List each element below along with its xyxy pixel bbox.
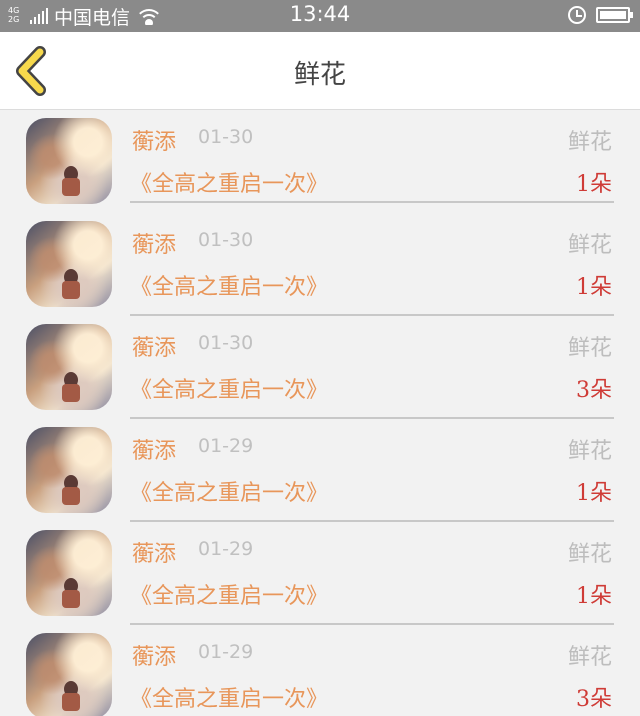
book-title[interactable]: 《全高之重启一次》 bbox=[130, 578, 328, 610]
battery-icon bbox=[596, 7, 633, 23]
status-time: 13:44 bbox=[289, 2, 351, 26]
list-item[interactable]: 蘅添 01-30 鲜花 《全高之重启一次》 3朵 bbox=[0, 316, 640, 419]
header-bar: 鲜花 bbox=[0, 32, 640, 110]
row-content: 蘅添 01-29 鲜花 《全高之重启一次》 1朵 bbox=[130, 419, 614, 522]
flower-count: 1朵 bbox=[576, 275, 612, 300]
chevron-left-icon bbox=[16, 46, 46, 96]
username[interactable]: 蘅添 bbox=[132, 227, 176, 259]
book-title[interactable]: 《全高之重启一次》 bbox=[130, 475, 328, 507]
gift-type: 鲜花 bbox=[567, 336, 612, 361]
date: 01-29 bbox=[198, 435, 254, 457]
list-item[interactable]: 蘅添 01-29 鲜花 《全高之重启一次》 3朵 bbox=[0, 625, 640, 716]
flower-record-list: 蘅添 01-30 鲜花 《全高之重启一次》 1朵 蘅添 01-30 鲜花 《全高… bbox=[0, 110, 640, 716]
avatar[interactable] bbox=[26, 633, 112, 716]
gift-type: 鲜花 bbox=[567, 233, 612, 258]
status-right bbox=[568, 6, 633, 24]
gift-type: 鲜花 bbox=[567, 645, 612, 670]
avatar[interactable] bbox=[26, 221, 112, 307]
flower-count: 1朵 bbox=[576, 481, 612, 506]
username[interactable]: 蘅添 bbox=[132, 639, 176, 671]
date: 01-29 bbox=[198, 641, 254, 663]
book-title[interactable]: 《全高之重启一次》 bbox=[130, 269, 328, 301]
date: 01-30 bbox=[198, 229, 254, 251]
date: 01-30 bbox=[198, 126, 254, 148]
avatar[interactable] bbox=[26, 530, 112, 616]
list-item[interactable]: 蘅添 01-29 鲜花 《全高之重启一次》 1朵 bbox=[0, 419, 640, 522]
row-content: 蘅添 01-29 鲜花 《全高之重启一次》 3朵 bbox=[130, 625, 614, 716]
flower-count: 1朵 bbox=[576, 172, 612, 197]
alarm-icon bbox=[568, 6, 586, 24]
list-item[interactable]: 蘅添 01-30 鲜花 《全高之重启一次》 1朵 bbox=[0, 213, 640, 316]
username[interactable]: 蘅添 bbox=[132, 433, 176, 465]
avatar[interactable] bbox=[26, 118, 112, 204]
book-title[interactable]: 《全高之重启一次》 bbox=[130, 372, 328, 404]
list-item[interactable]: 蘅添 01-30 鲜花 《全高之重启一次》 1朵 bbox=[0, 110, 640, 213]
row-content: 蘅添 01-29 鲜花 《全高之重启一次》 1朵 bbox=[130, 522, 614, 625]
avatar[interactable] bbox=[26, 324, 112, 410]
date: 01-29 bbox=[198, 538, 254, 560]
row-content: 蘅添 01-30 鲜花 《全高之重启一次》 1朵 bbox=[130, 110, 614, 203]
list-item[interactable]: 蘅添 01-29 鲜花 《全高之重启一次》 1朵 bbox=[0, 522, 640, 625]
avatar[interactable] bbox=[26, 427, 112, 513]
book-title[interactable]: 《全高之重启一次》 bbox=[130, 681, 328, 713]
gift-type: 鲜花 bbox=[567, 439, 612, 464]
username[interactable]: 蘅添 bbox=[132, 124, 176, 156]
username[interactable]: 蘅添 bbox=[132, 330, 176, 362]
date: 01-30 bbox=[198, 332, 254, 354]
book-title[interactable]: 《全高之重启一次》 bbox=[130, 166, 328, 198]
back-button[interactable] bbox=[10, 44, 60, 98]
gift-type: 鲜花 bbox=[567, 542, 612, 567]
row-content: 蘅添 01-30 鲜花 《全高之重启一次》 3朵 bbox=[130, 316, 614, 419]
flower-count: 3朵 bbox=[576, 378, 612, 403]
page-title: 鲜花 bbox=[293, 60, 346, 90]
row-content: 蘅添 01-30 鲜花 《全高之重启一次》 1朵 bbox=[130, 213, 614, 316]
username[interactable]: 蘅添 bbox=[132, 536, 176, 568]
flower-count: 1朵 bbox=[576, 584, 612, 609]
flower-count: 3朵 bbox=[576, 687, 612, 712]
status-bar: 4G 2G 中国电信 13:44 bbox=[0, 0, 640, 32]
gift-type: 鲜花 bbox=[567, 130, 612, 155]
